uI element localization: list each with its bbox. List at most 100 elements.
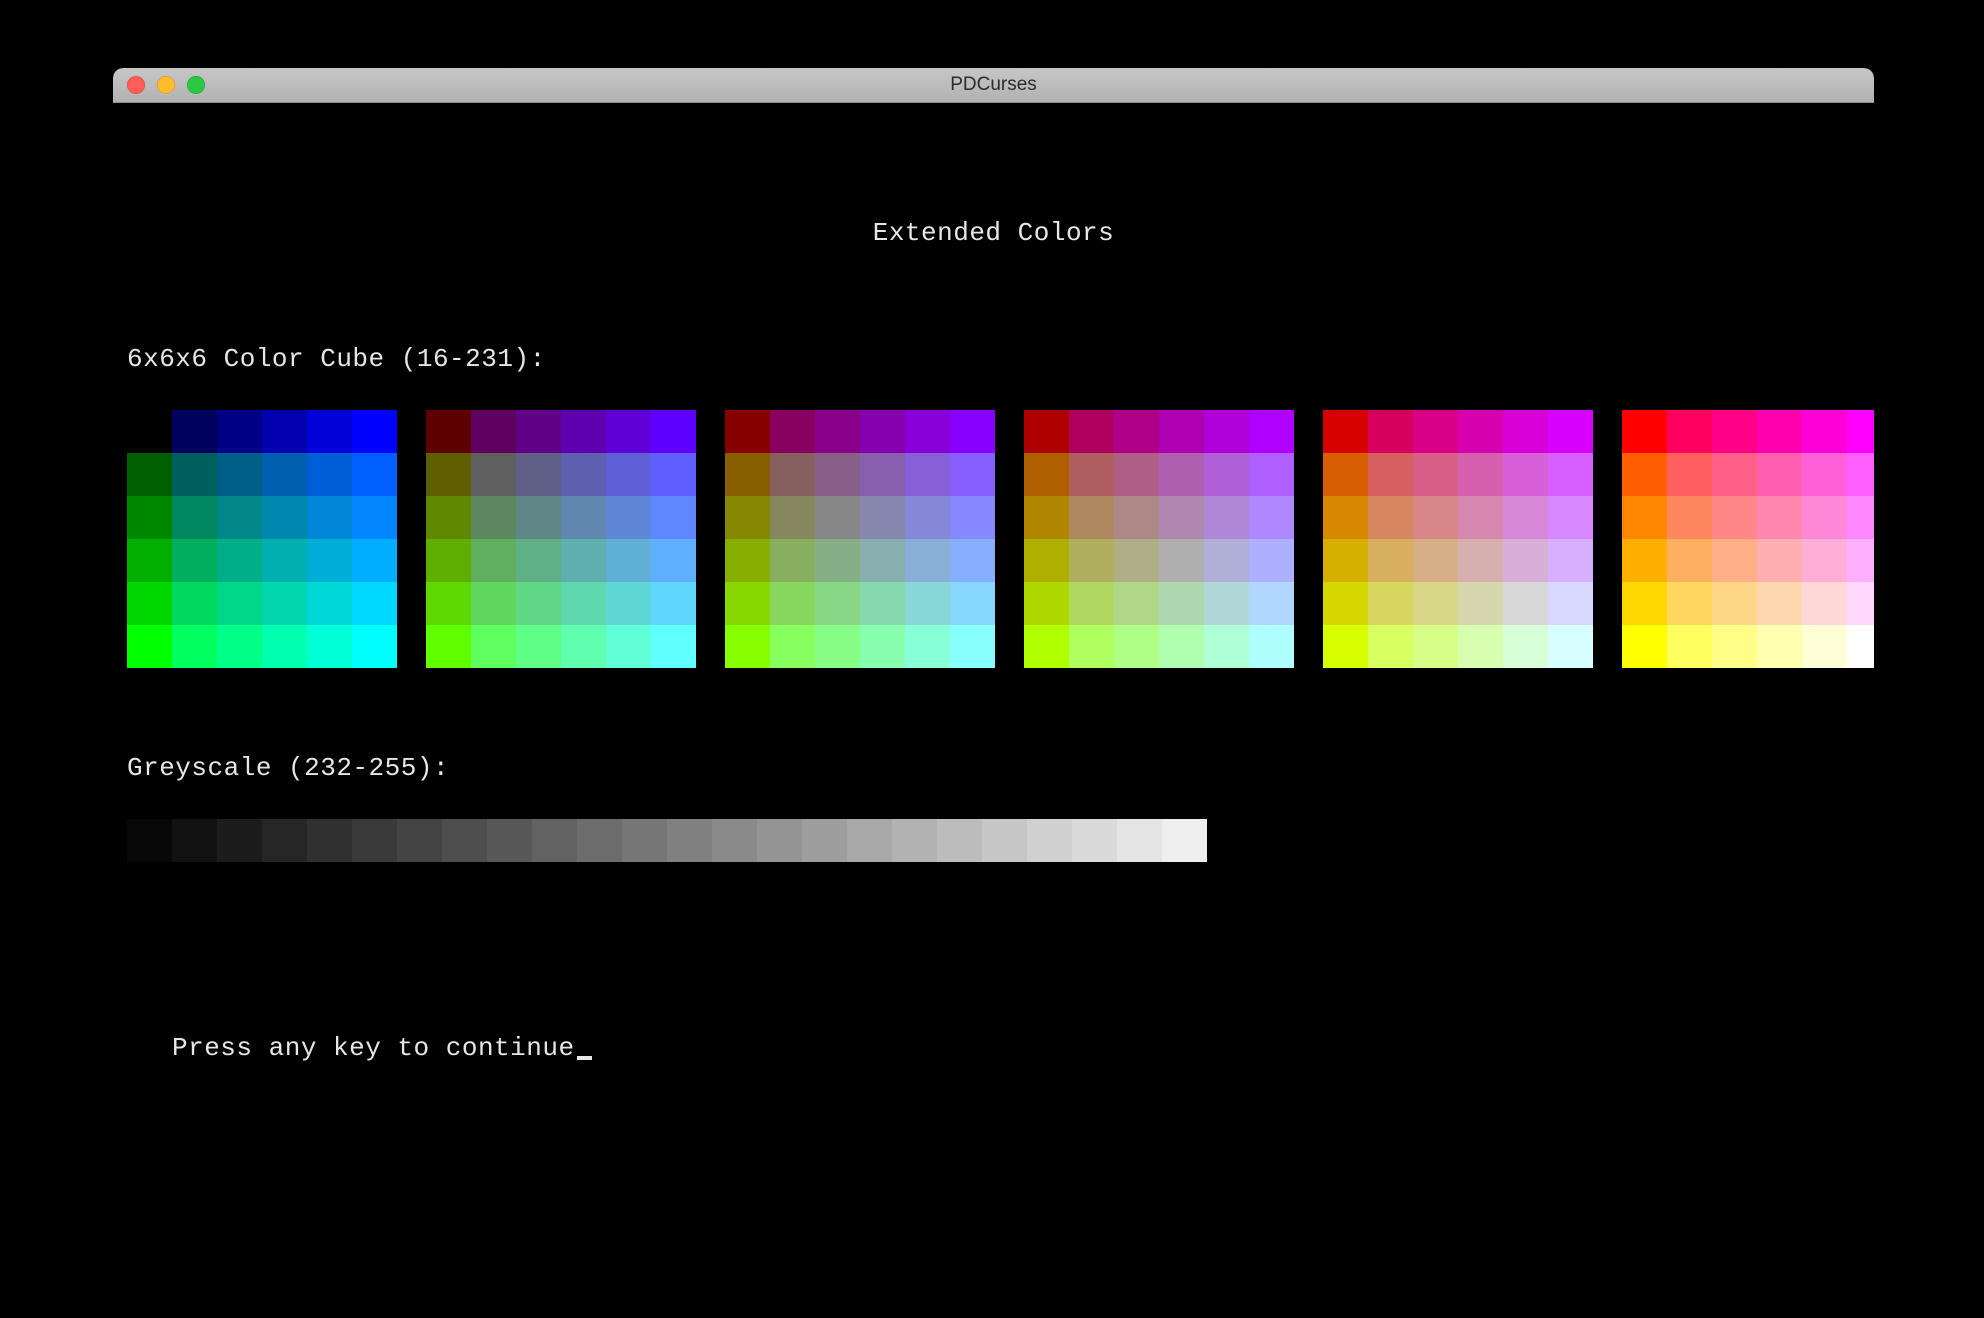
color-swatch	[262, 453, 307, 496]
color-swatch	[860, 453, 905, 496]
color-swatch	[1204, 582, 1249, 625]
titlebar[interactable]: PDCurses	[113, 68, 1874, 103]
color-swatch	[1712, 496, 1757, 539]
color-swatch	[606, 582, 651, 625]
color-swatch	[905, 625, 950, 668]
color-swatch	[1847, 410, 1874, 453]
color-swatch	[815, 496, 860, 539]
color-swatch	[1847, 539, 1874, 582]
color-swatch	[1249, 453, 1294, 496]
color-swatch	[1548, 453, 1593, 496]
color-swatch	[815, 625, 860, 668]
color-swatch	[950, 625, 995, 668]
color-swatch	[1503, 539, 1548, 582]
color-swatch	[725, 410, 770, 453]
color-swatch	[905, 453, 950, 496]
color-swatch	[651, 496, 696, 539]
grey-swatch	[622, 819, 667, 862]
color-swatch	[561, 453, 606, 496]
close-icon[interactable]	[127, 76, 145, 94]
color-swatch	[1114, 453, 1159, 496]
grey-swatch	[937, 819, 982, 862]
color-swatch	[1847, 453, 1874, 496]
page-title: Extended Colors	[113, 218, 1874, 249]
color-swatch	[352, 625, 397, 668]
color-swatch	[352, 453, 397, 496]
color-swatch	[172, 496, 217, 539]
color-swatch	[606, 625, 651, 668]
color-cube-slice	[1622, 410, 1874, 668]
grey-swatch	[352, 819, 397, 862]
color-swatch	[1069, 496, 1114, 539]
color-swatch	[1548, 625, 1593, 668]
color-swatch	[1323, 625, 1368, 668]
color-swatch	[352, 410, 397, 453]
color-swatch	[1802, 453, 1847, 496]
color-swatch	[426, 453, 471, 496]
color-swatch	[307, 582, 352, 625]
grey-swatch	[757, 819, 802, 862]
color-swatch	[561, 582, 606, 625]
color-swatch	[262, 410, 307, 453]
color-swatch	[1413, 496, 1458, 539]
color-swatch	[770, 582, 815, 625]
color-swatch	[1024, 410, 1069, 453]
color-swatch	[1249, 496, 1294, 539]
color-swatch	[815, 410, 860, 453]
color-swatch	[561, 539, 606, 582]
maximize-icon[interactable]	[187, 76, 205, 94]
color-swatch	[1548, 496, 1593, 539]
color-cube-slice	[426, 410, 696, 668]
color-swatch	[1548, 410, 1593, 453]
color-swatch	[1712, 539, 1757, 582]
color-swatch	[1159, 539, 1204, 582]
color-swatch	[352, 539, 397, 582]
color-swatch	[860, 539, 905, 582]
grey-swatch	[397, 819, 442, 862]
color-swatch	[606, 496, 651, 539]
color-swatch	[1802, 496, 1847, 539]
color-swatch	[651, 625, 696, 668]
color-swatch	[1503, 496, 1548, 539]
terminal-area[interactable]: Extended Colors 6x6x6 Color Cube (16-231…	[113, 103, 1874, 1282]
color-swatch	[1548, 582, 1593, 625]
color-swatch	[1368, 453, 1413, 496]
color-swatch	[1368, 496, 1413, 539]
color-cube-slice	[1024, 410, 1294, 668]
color-swatch	[1114, 410, 1159, 453]
color-swatch	[1249, 582, 1294, 625]
color-swatch	[1458, 496, 1503, 539]
color-cube-slice	[725, 410, 995, 668]
minimize-icon[interactable]	[157, 76, 175, 94]
color-swatch	[815, 453, 860, 496]
color-swatch	[1204, 496, 1249, 539]
color-swatch	[1503, 625, 1548, 668]
color-swatch	[516, 410, 561, 453]
color-swatch	[1114, 496, 1159, 539]
color-swatch	[950, 582, 995, 625]
color-swatch	[127, 453, 172, 496]
color-swatch	[950, 539, 995, 582]
color-swatch	[1757, 582, 1802, 625]
color-swatch	[1667, 582, 1712, 625]
color-swatch	[307, 539, 352, 582]
color-swatch	[172, 453, 217, 496]
color-swatch	[651, 539, 696, 582]
color-swatch	[725, 582, 770, 625]
color-swatch	[1159, 582, 1204, 625]
color-swatch	[1458, 539, 1503, 582]
color-swatch	[561, 496, 606, 539]
color-swatch	[471, 410, 516, 453]
color-swatch	[307, 625, 352, 668]
color-swatch	[262, 625, 307, 668]
color-swatch	[1622, 539, 1667, 582]
color-cube-grid	[127, 410, 1874, 668]
color-swatch	[1503, 582, 1548, 625]
grey-swatch	[847, 819, 892, 862]
color-swatch	[516, 539, 561, 582]
color-swatch	[1458, 582, 1503, 625]
color-swatch	[1204, 539, 1249, 582]
grey-swatch	[1117, 819, 1162, 862]
grey-swatch	[1072, 819, 1117, 862]
color-swatch	[262, 539, 307, 582]
